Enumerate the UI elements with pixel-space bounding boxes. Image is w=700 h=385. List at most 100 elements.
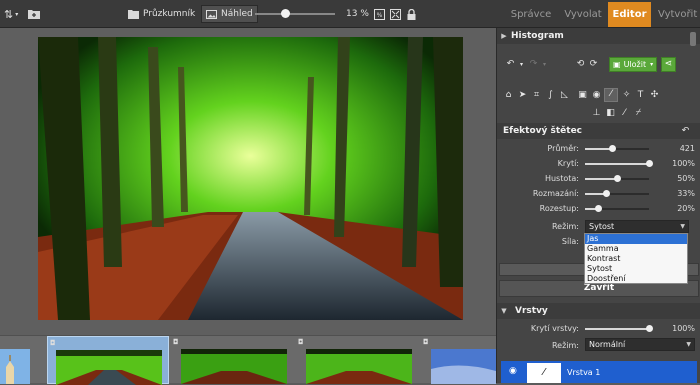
- mode-label: Režim:: [551, 222, 579, 231]
- chevron-down-icon: ▼: [680, 223, 685, 230]
- histogram-scrollbar[interactable]: [690, 32, 696, 46]
- mode-select[interactable]: Sytost ▼: [585, 220, 689, 233]
- slider-track[interactable]: [585, 190, 649, 197]
- reset-button[interactable]: ↶: [680, 126, 691, 137]
- text-tool[interactable]: T: [635, 90, 646, 101]
- svg-text:%: %: [377, 12, 383, 19]
- forest-thumbnail-image: [181, 349, 287, 384]
- forest-thumbnail-image: [56, 350, 162, 385]
- redo-dropdown[interactable]: ▾: [539, 59, 550, 70]
- chevron-down-icon: ▼: [501, 307, 507, 315]
- info-tool[interactable]: ▣: [577, 90, 588, 101]
- thumbnail-forest-2[interactable]: [181, 349, 287, 384]
- gradient-tool[interactable]: ◧: [605, 108, 616, 119]
- slider-track[interactable]: [585, 160, 653, 167]
- slider-knob[interactable]: [646, 160, 653, 167]
- histogram-header[interactable]: ▶ Histogram: [497, 28, 700, 44]
- layers-header[interactable]: ▼ Vrstvy: [497, 303, 700, 319]
- eye-icon[interactable]: ◉: [509, 366, 517, 376]
- fit-to-window-button[interactable]: [390, 0, 401, 28]
- layer-row[interactable]: ◉ ⁄ Vrstva 1: [501, 361, 697, 383]
- thumbnail-church[interactable]: [0, 349, 30, 384]
- brush-tool[interactable]: ⁄: [619, 108, 630, 119]
- slider-knob[interactable]: [594, 205, 602, 212]
- dropdown-option[interactable]: Jas: [585, 234, 687, 244]
- tab-editor[interactable]: Editor: [608, 2, 651, 27]
- dropdown-option[interactable]: Gamma: [585, 244, 687, 254]
- slider-fill: [585, 163, 649, 165]
- sort-button[interactable]: ⇅ ▾: [4, 0, 18, 28]
- church-thumbnail-image: [0, 349, 30, 384]
- effect-brush-title: Efektový štětec: [503, 126, 583, 136]
- slider-track[interactable]: [585, 145, 649, 152]
- slider-knob[interactable]: [614, 175, 621, 182]
- tab-manager[interactable]: Správce: [505, 2, 557, 27]
- zoom-slider-knob[interactable]: [281, 9, 291, 18]
- slider-track[interactable]: [585, 175, 649, 182]
- layer-opacity-slider[interactable]: [585, 325, 653, 332]
- effect-brush-tool[interactable]: ⁄: [604, 88, 618, 102]
- dropdown-option[interactable]: Sytost: [585, 264, 687, 274]
- slider-knob[interactable]: [608, 145, 616, 152]
- thumbnail-selected-frame[interactable]: ◘: [47, 336, 169, 385]
- dropdown-option[interactable]: Kontrast: [585, 254, 687, 264]
- select-tool[interactable]: ➤: [517, 90, 528, 101]
- editor-canvas[interactable]: [0, 28, 496, 335]
- rotate-right-button[interactable]: ⟳: [588, 59, 599, 70]
- preview-button[interactable]: Náhled: [201, 5, 258, 23]
- actual-size-button[interactable]: %: [374, 0, 385, 28]
- redeye-tool[interactable]: ◉: [591, 90, 602, 101]
- slider-knob[interactable]: [603, 190, 611, 197]
- rotate-left-icon: ⟲: [576, 59, 585, 69]
- undo-icon: ↶: [506, 59, 515, 69]
- camera-icon: ◘: [298, 338, 304, 346]
- save-button[interactable]: ▣ Uložit ▾: [609, 57, 657, 72]
- info-icon: ▣: [578, 90, 587, 100]
- lock-button[interactable]: [407, 0, 416, 28]
- slider-fill: [585, 148, 612, 150]
- explorer-button[interactable]: Průzkumník ▾: [128, 0, 204, 28]
- add-folder-button[interactable]: [28, 0, 40, 28]
- forest-road-photo: [38, 37, 463, 320]
- zoom-slider[interactable]: [255, 9, 335, 18]
- crop-tool[interactable]: ⌗: [531, 90, 542, 101]
- clone-tool[interactable]: ✧: [621, 90, 632, 101]
- explorer-label: Průzkumník: [143, 9, 196, 19]
- filmstrip[interactable]: ◘ ◘ ◘ ◘: [0, 335, 496, 385]
- slider-value: 50%: [677, 174, 695, 183]
- slider-fill: [585, 178, 617, 180]
- text-icon: T: [637, 90, 644, 100]
- layer-opacity-knob[interactable]: [646, 325, 653, 332]
- tab-develop[interactable]: Vyvolat: [557, 2, 609, 27]
- layer-name: Vrstva 1: [567, 368, 601, 377]
- close-label: Zavřít: [583, 283, 615, 293]
- slider-value: 33%: [677, 189, 695, 198]
- rotate-left-button[interactable]: ⟲: [575, 59, 586, 70]
- save-icon: ▣: [613, 60, 621, 69]
- perspective-tool[interactable]: ◺: [559, 90, 570, 101]
- stamp-tool[interactable]: ⊥: [591, 108, 602, 119]
- redo-button[interactable]: ↷: [528, 59, 539, 70]
- shapes-tool[interactable]: ✣: [649, 90, 660, 101]
- eraser-tool[interactable]: ⌿: [633, 108, 644, 119]
- edited-photo[interactable]: [38, 37, 463, 320]
- undo-button[interactable]: ↶: [505, 59, 516, 70]
- layer-mode-select[interactable]: Normální ▼: [585, 338, 695, 351]
- thumbnail-sky[interactable]: [431, 349, 496, 384]
- straighten-tool[interactable]: ∫: [545, 90, 556, 101]
- slider-track[interactable]: [585, 205, 649, 212]
- forest-thumbnail-image: [306, 349, 412, 384]
- slider-row: Rozmazání: 33%: [497, 187, 700, 201]
- share-button[interactable]: ⋖: [661, 57, 676, 72]
- thumbnail-forest-3[interactable]: [306, 349, 412, 384]
- layer-opacity-value: 100%: [672, 324, 695, 333]
- dropdown-option[interactable]: Doostření: [585, 274, 687, 284]
- sort-icon: ⇅: [4, 7, 14, 21]
- camera-icon: ◘: [423, 338, 429, 346]
- thumbnail-forest-1[interactable]: [56, 350, 162, 385]
- eye-icon: ◉: [592, 90, 601, 100]
- tab-create[interactable]: Vytvořit: [654, 2, 700, 27]
- effect-brush-header: Efektový štětec: [497, 123, 700, 139]
- home-tool[interactable]: ⌂: [503, 90, 514, 101]
- undo-dropdown[interactable]: ▾: [516, 59, 527, 70]
